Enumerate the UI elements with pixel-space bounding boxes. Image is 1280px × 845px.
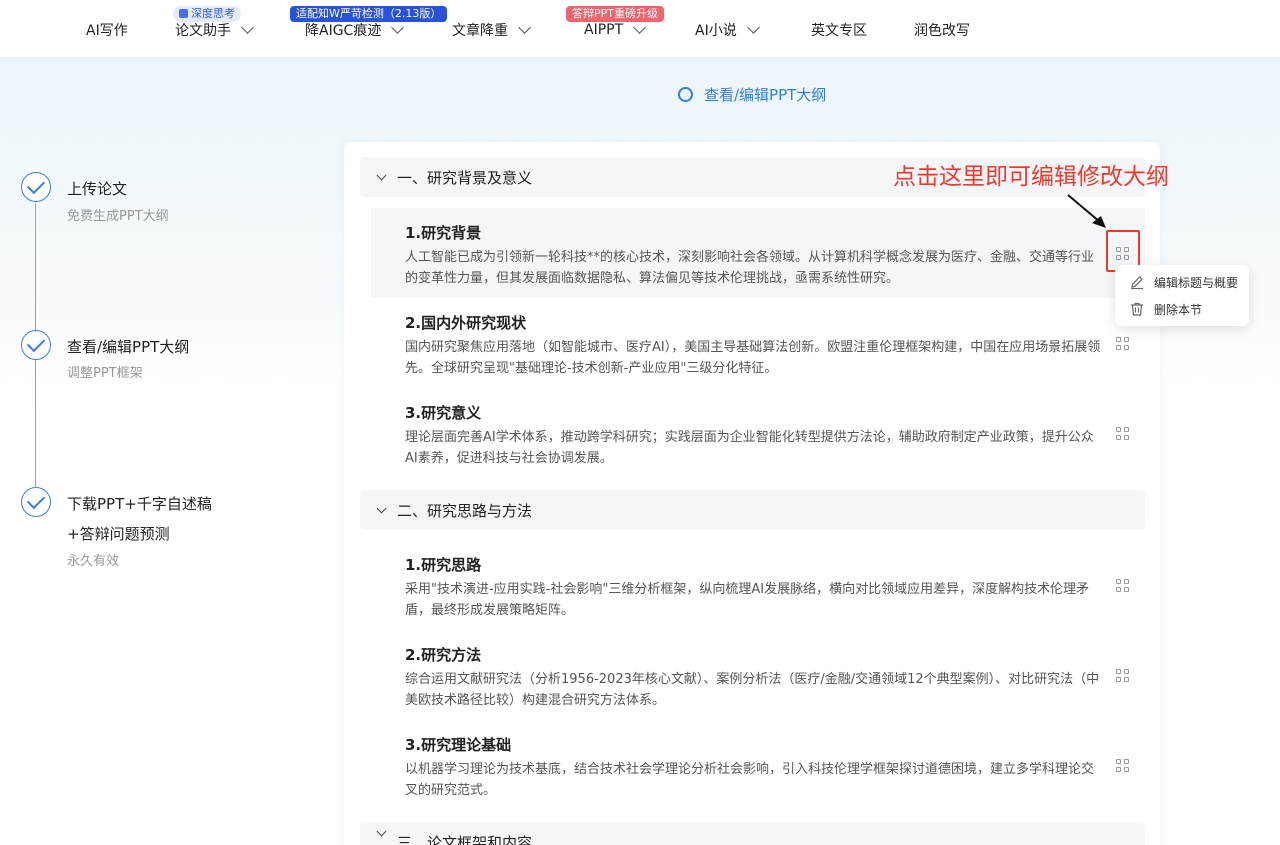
step-header-label: 查看/编辑PPT大纲 — [704, 86, 827, 104]
step-check-icon — [21, 487, 51, 517]
item-text: 以机器学习理论为技术基底，结合技术社会学理论分析社会影响，引入科技伦理学框架探讨… — [405, 762, 1095, 798]
nav-aippt[interactable]: AIPPT — [584, 20, 647, 40]
nav-reduce-aigc[interactable]: 降AIGC痕迹 — [305, 20, 405, 40]
item-title: 2.研究方法 — [405, 646, 482, 664]
circle-icon — [678, 87, 693, 102]
item-title: 1.研究思路 — [405, 556, 482, 574]
stepper-line — [35, 360, 36, 487]
annotation-arrow-icon — [1067, 194, 1106, 228]
nav-english-zone[interactable]: 英文专区 — [811, 20, 867, 40]
nav-label: 文章降重 — [452, 23, 508, 39]
chevron-down-icon — [518, 21, 531, 34]
step-1-label: 上传论文 — [67, 180, 128, 198]
list-item: 2.研究方法 综合运用文献研究法（分析1956-2023年核心文献）、案例分析法… — [371, 630, 1145, 720]
step-check-icon — [21, 330, 51, 360]
badge-label: 适配知W严苛检测（2.13版） — [296, 7, 442, 20]
item-text: 国内研究聚焦应用落地（如智能城市、医疗AI），美国主导基础算法创新。欧盟注重伦理… — [405, 340, 1101, 376]
edit-title-summary-menu-item[interactable]: 编辑标题与概要 — [1129, 272, 1238, 292]
chevron-down-icon — [391, 21, 405, 34]
menu-item-label: 删除本节 — [1154, 302, 1203, 317]
step-3-label-2: +答辩问题预测 — [67, 525, 170, 543]
step-3-sub: 永久有效 — [67, 554, 120, 569]
list-item: 2.国内外研究现状 国内研究聚焦应用落地（如智能城市、医疗AI），美国主导基础算… — [371, 298, 1145, 388]
item-title: 3.研究理论基础 — [405, 736, 512, 754]
chevron-down-icon — [633, 21, 647, 34]
nav-ai-novel[interactable]: AI小说 — [695, 20, 760, 40]
chevron-down-icon — [746, 21, 760, 34]
nav-polish-rewrite[interactable]: 润色改写 — [914, 20, 970, 40]
item-title: 2.国内外研究现状 — [405, 314, 527, 332]
nav-label: 英文专区 — [811, 23, 867, 39]
item-text: 综合运用文献研究法（分析1956-2023年核心文献）、案例分析法（医疗/金融/… — [405, 672, 1100, 708]
item-text: 人工智能已成为引领新一轮科技**的核心技术，深刻影响社会各领域。从计算机科学概念… — [405, 250, 1095, 286]
delete-section-menu-item[interactable]: 删除本节 — [1129, 299, 1202, 319]
chevron-down-icon — [376, 826, 387, 837]
step-3-label: 下载PPT+千字自述稿 — [67, 495, 212, 513]
list-item: 1.研究思路 采用"技术演进-应用实践-社会影响"三维分析框架，纵向梳理AI发展… — [371, 540, 1145, 630]
nav-label: 润色改写 — [914, 23, 970, 39]
nav-ai-writing[interactable]: AI写作 — [86, 20, 128, 40]
section-title: 二、研究思路与方法 — [397, 501, 533, 520]
item-text: 理论层面完善AI学术体系，推动跨学科研究；实践层面为企业智能化转型提供方法论，辅… — [405, 430, 1094, 466]
step-check-icon — [21, 172, 51, 202]
section-header[interactable]: 三、论文框架和内容 — [360, 823, 1145, 845]
trash-icon — [1131, 302, 1143, 316]
chevron-down-icon — [241, 21, 254, 34]
item-menu-icon[interactable] — [1116, 579, 1130, 593]
section-header[interactable]: 二、研究思路与方法 — [360, 490, 1145, 530]
badge-label: 深度思考 — [191, 7, 235, 20]
nav-label: 论文助手 — [175, 23, 231, 39]
item-menu-icon[interactable] — [1116, 427, 1130, 441]
item-title: 3.研究意义 — [405, 404, 482, 422]
item-action-menu: 编辑标题与概要 删除本节 — [1115, 265, 1249, 326]
nav-label: AI写作 — [86, 23, 128, 39]
stepper-line — [35, 203, 36, 330]
item-title: 1.研究背景 — [405, 224, 482, 242]
nav-thesis-assistant[interactable]: 论文助手 — [175, 20, 254, 40]
nav-label: 降AIGC痕迹 — [305, 23, 382, 39]
nav-article-dedup[interactable]: 文章降重 — [452, 20, 531, 40]
step-1-sub: 免费生成PPT大纲 — [67, 209, 169, 224]
current-step-header[interactable]: 查看/编辑PPT大纲 — [678, 84, 826, 105]
nav-label: AIPPT — [584, 22, 624, 38]
item-menu-icon[interactable] — [1116, 337, 1130, 351]
section-title: 三、论文框架和内容 — [397, 834, 533, 845]
badge-label: 答辩PPT重磅升级 — [572, 7, 658, 20]
item-menu-icon[interactable] — [1116, 669, 1130, 683]
chevron-down-icon — [376, 170, 387, 180]
step-2-label: 查看/编辑PPT大纲 — [67, 338, 190, 356]
list-item: 3.研究意义 理论层面完善AI学术体系，推动跨学科研究；实践层面为企业智能化转型… — [371, 388, 1145, 478]
list-item: 1.研究背景 人工智能已成为引领新一轮科技**的核心技术，深刻影响社会各领域。从… — [371, 208, 1145, 298]
menu-item-label: 编辑标题与概要 — [1154, 275, 1239, 290]
section-title: 一、研究背景及意义 — [397, 168, 533, 187]
top-nav: AI写作 深度思考 论文助手 适配知W严苛检测（2.13版） 降AIGC痕迹 文… — [0, 0, 1280, 58]
badge-icon — [179, 9, 188, 18]
item-menu-icon[interactable] — [1116, 759, 1130, 773]
step-2-sub: 调整PPT框架 — [67, 366, 143, 381]
nav-label: AI小说 — [695, 23, 737, 39]
pencil-icon — [1131, 276, 1143, 290]
chevron-down-icon — [376, 503, 387, 513]
annotation-text: 点击这里即可编辑修改大纲 — [893, 164, 1169, 190]
item-text: 采用"技术演进-应用实践-社会影响"三维分析框架，纵向梳理AI发展脉络，横向对比… — [405, 582, 1090, 618]
list-item: 3.研究理论基础 以机器学习理论为技术基底，结合技术社会学理论分析社会影响，引入… — [371, 720, 1145, 810]
